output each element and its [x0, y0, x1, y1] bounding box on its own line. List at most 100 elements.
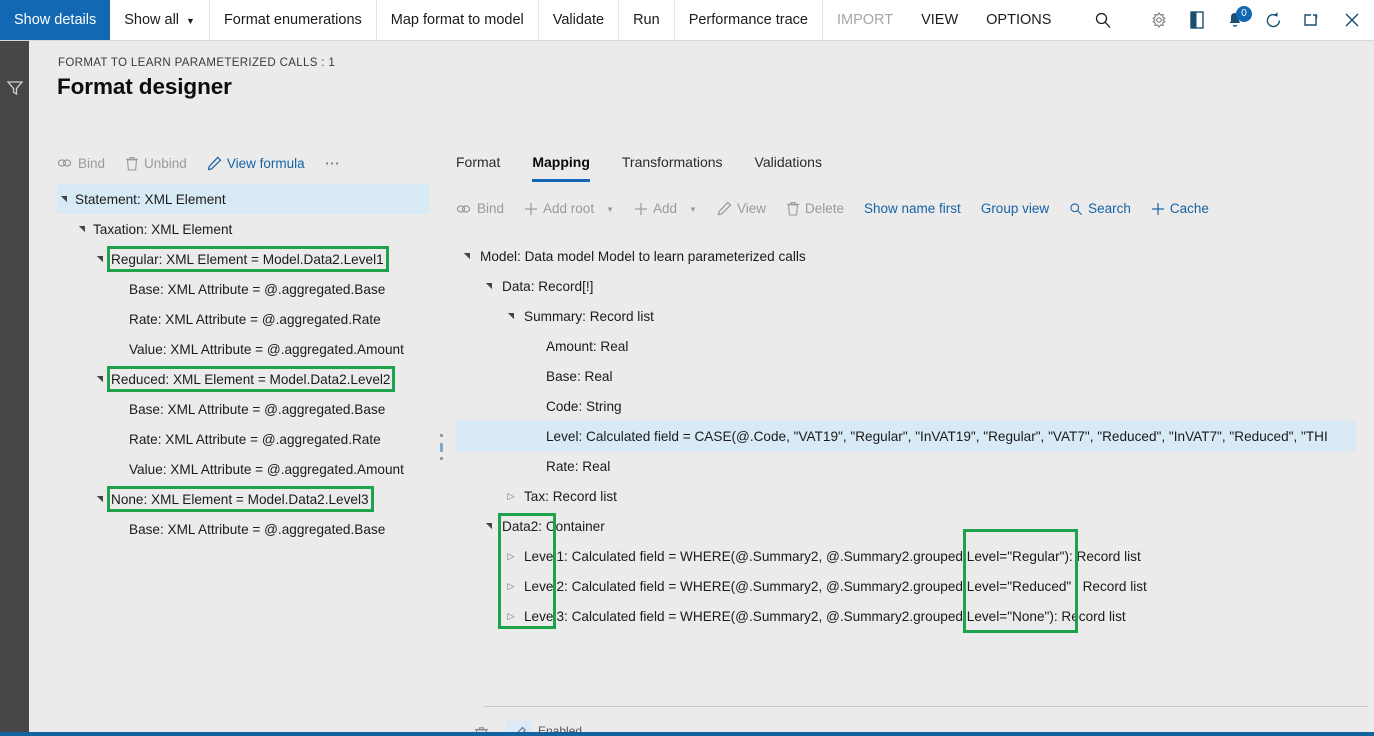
chevron-expanded-icon[interactable]: [93, 244, 107, 274]
nav-item-format-enumerations[interactable]: Format enumerations: [210, 0, 377, 40]
nav-item-show-details[interactable]: Show details: [0, 0, 111, 40]
close-button[interactable]: [1330, 0, 1374, 40]
help-book-button[interactable]: [1178, 0, 1216, 40]
notifications-button[interactable]: 0: [1216, 0, 1254, 40]
detail-delete-button[interactable]: [468, 721, 494, 732]
tab-mapping[interactable]: Mapping: [532, 154, 590, 182]
command-label: Search: [1088, 201, 1131, 216]
tree-node-label: Statement: XML Element: [75, 191, 226, 207]
nav-item-show-all[interactable]: Show all ▼: [110, 0, 210, 40]
main-content: FORMAT TO LEARN PARAMETERIZED CALLS : 1 …: [29, 41, 1374, 732]
tree-node[interactable]: Rate: Real: [456, 451, 1356, 481]
command-cache[interactable]: Cache: [1151, 201, 1209, 216]
tree-node[interactable]: Base: Real: [456, 361, 1356, 391]
command-add-root[interactable]: Add root ▼: [524, 201, 614, 216]
command-group-view[interactable]: Group view: [981, 201, 1049, 216]
chevron-expanded-icon[interactable]: [460, 241, 474, 271]
command-label: Add root: [543, 201, 595, 216]
command-bind[interactable]: Bind: [456, 201, 504, 216]
tree-node[interactable]: Level2: Calculated field = WHERE(@.Summa…: [456, 571, 1356, 601]
tree-node[interactable]: Statement: XML Element: [57, 184, 429, 214]
nav-item-label: Map format to model: [390, 12, 524, 28]
chevron-expanded-icon[interactable]: [504, 301, 518, 331]
command-overflow-button[interactable]: ⋯: [325, 154, 342, 172]
chevron-collapsed-icon[interactable]: [504, 481, 518, 512]
tree-node-label: Taxation: XML Element: [93, 221, 233, 237]
tree-node[interactable]: Regular: XML Element = Model.Data2.Level…: [57, 244, 429, 274]
command-label: Unbind: [144, 155, 187, 171]
tree-node[interactable]: None: XML Element = Model.Data2.Level3: [57, 484, 429, 514]
tree-node[interactable]: Reduced: XML Element = Model.Data2.Level…: [57, 364, 429, 394]
format-tree-toolbar: Bind Unbind View formula ⋯: [57, 154, 362, 172]
tree-node[interactable]: Tax: Record list: [456, 481, 1356, 511]
tree-node[interactable]: Value: XML Attribute = @.aggregated.Amou…: [57, 454, 429, 484]
nav-item-view[interactable]: VIEW: [907, 0, 972, 40]
tree-node-label: Rate: Real: [546, 458, 611, 474]
nav-item-run[interactable]: Run: [619, 0, 675, 40]
tree-node[interactable]: Summary: Record list: [456, 301, 1356, 331]
tree-node[interactable]: Level: Calculated field = CASE(@.Code, "…: [456, 421, 1356, 451]
command-view-formula[interactable]: View formula: [207, 156, 305, 171]
tree-node[interactable]: Data: Record[!]: [456, 271, 1356, 301]
command-bind[interactable]: Bind: [57, 156, 105, 171]
popout-button[interactable]: [1292, 0, 1330, 40]
command-show-name-first[interactable]: Show name first: [864, 201, 961, 216]
tree-node[interactable]: Level1: Calculated field = WHERE(@.Summa…: [456, 541, 1356, 571]
chevron-expanded-icon[interactable]: [57, 184, 71, 214]
refresh-button[interactable]: [1254, 0, 1292, 40]
chevron-collapsed-icon[interactable]: [504, 571, 518, 602]
nav-item-validate[interactable]: Validate: [539, 0, 620, 40]
tree-node[interactable]: Amount: Real: [456, 331, 1356, 361]
detail-divider: [484, 706, 1368, 707]
search-icon: [1094, 11, 1112, 29]
chevron-expanded-icon[interactable]: [482, 271, 496, 301]
panel-splitter-handle[interactable]: [438, 434, 444, 460]
command-add[interactable]: Add ▼: [634, 201, 697, 216]
chevron-expanded-icon[interactable]: [482, 511, 496, 541]
tab-validations[interactable]: Validations: [755, 154, 822, 182]
tree-node[interactable]: Base: XML Attribute = @.aggregated.Base: [57, 394, 429, 424]
chevron-expanded-icon[interactable]: [75, 214, 89, 244]
tree-node[interactable]: Data2: Container: [456, 511, 1356, 541]
chevron-collapsed-icon[interactable]: [504, 601, 518, 632]
detail-action-icons: [468, 721, 532, 732]
nav-item-map-format-to-model[interactable]: Map format to model: [377, 0, 539, 40]
tree-node-label: Rate: XML Attribute = @.aggregated.Rate: [129, 311, 381, 327]
command-view[interactable]: View: [717, 201, 766, 216]
tree-node-label: Regular: XML Element = Model.Data2.Level…: [111, 251, 384, 267]
tree-node[interactable]: Base: XML Attribute = @.aggregated.Base: [57, 274, 429, 304]
tree-node-label: Reduced: XML Element = Model.Data2.Level…: [111, 371, 391, 387]
tree-node-label: Base: XML Attribute = @.aggregated.Base: [129, 521, 386, 537]
tree-node[interactable]: Model: Data model Model to learn paramet…: [456, 241, 1356, 271]
filter-button[interactable]: [5, 78, 25, 98]
chevron-expanded-icon[interactable]: [93, 484, 107, 514]
command-search[interactable]: Search: [1069, 201, 1131, 216]
vertical-scrollbar-track[interactable]: [1356, 241, 1369, 636]
nav-item-label: Validate: [552, 12, 605, 28]
settings-gear-button[interactable]: [1140, 0, 1178, 40]
trash-icon: [474, 726, 489, 732]
nav-item-options[interactable]: OPTIONS: [972, 0, 1065, 40]
tree-node[interactable]: Base: XML Attribute = @.aggregated.Base: [57, 514, 429, 544]
chevron-collapsed-icon[interactable]: [504, 541, 518, 572]
command-label: Add: [653, 201, 678, 216]
tab-format[interactable]: Format: [456, 154, 500, 182]
global-search-button[interactable]: [1080, 0, 1126, 40]
tree-node[interactable]: Rate: XML Attribute = @.aggregated.Rate: [57, 304, 429, 334]
tree-node-label: Level2: Calculated field = WHERE(@.Summa…: [524, 578, 1147, 594]
tab-transformations[interactable]: Transformations: [622, 154, 723, 182]
tree-node[interactable]: Value: XML Attribute = @.aggregated.Amou…: [57, 334, 429, 364]
tree-node-label: Data: Record[!]: [502, 278, 594, 294]
chevron-expanded-icon[interactable]: [93, 364, 107, 394]
tree-node[interactable]: Rate: XML Attribute = @.aggregated.Rate: [57, 424, 429, 454]
command-delete[interactable]: Delete: [786, 201, 844, 216]
nav-item-performance-trace[interactable]: Performance trace: [675, 0, 823, 40]
tree-node[interactable]: Level3: Calculated field = WHERE(@.Summa…: [456, 601, 1356, 631]
pencil-icon: [511, 726, 527, 732]
command-unbind[interactable]: Unbind: [125, 156, 187, 171]
nav-item-import[interactable]: IMPORT: [823, 0, 907, 40]
bind-icon: [57, 156, 73, 170]
tree-node[interactable]: Taxation: XML Element: [57, 214, 429, 244]
tree-node[interactable]: Code: String: [456, 391, 1356, 421]
detail-edit-button[interactable]: [506, 721, 532, 732]
